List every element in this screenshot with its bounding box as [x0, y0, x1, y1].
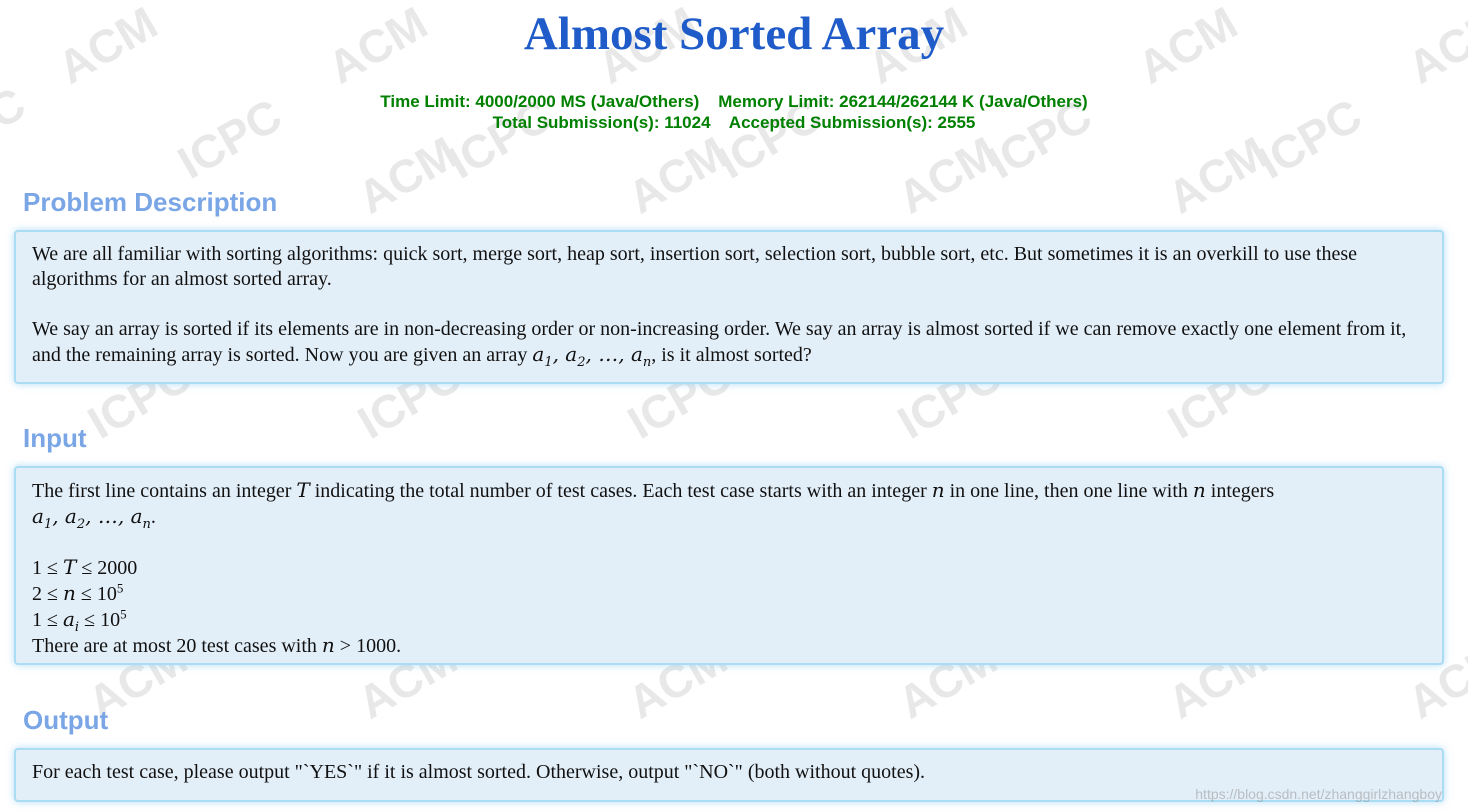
constraint-large-cases: There are at most 20 test cases with n >… [32, 633, 402, 657]
constraint-T: 1 ≤ T ≤ 2000 [32, 555, 138, 579]
svg-text:ACM: ACM [1159, 126, 1276, 223]
math-array-sequence: a1, a2, …, an [32, 504, 151, 532]
limits-line: Time Limit: 4000/2000 MS (Java/Others) M… [380, 92, 1088, 111]
submissions-line: Total Submission(s): 11024 Accepted Subm… [492, 113, 976, 132]
input-panel: The first line contains an integer T ind… [14, 466, 1444, 665]
description-paragraph-2-tail: , is it almost sorted? [651, 344, 812, 366]
constraint-n: 2 ≤ n ≤ 105 [32, 580, 124, 605]
input-text-3: in one line, then one line with [944, 480, 1193, 502]
svg-text:ACM: ACM [889, 126, 1006, 223]
problem-limits: Time Limit: 4000/2000 MS (Java/Others) M… [0, 91, 1468, 133]
math-n: n [1192, 478, 1206, 502]
input-text-1: The first line contains an integer [32, 480, 297, 502]
output-paragraph: For each test case, please output "`YES`… [32, 761, 926, 783]
constraint-ai: 1 ≤ ai ≤ 105 [32, 606, 127, 635]
input-heading: Input [23, 423, 87, 453]
blog-url-watermark: https://blog.csdn.net/zhanggirlzhangboy [1195, 786, 1442, 802]
math-T: T [296, 478, 310, 502]
problem-title: Almost Sorted Array [523, 8, 945, 60]
description-paragraph-2: We say an array is sorted if its element… [32, 317, 1426, 370]
svg-text:ACM: ACM [619, 126, 736, 223]
description-paragraph-1: We are all familiar with sorting algorit… [32, 243, 1357, 290]
input-text-4: integers [1205, 480, 1275, 502]
output-heading: Output [23, 705, 109, 735]
constraint-text: There are at most 20 test cases with [32, 635, 322, 657]
svg-text:ACM: ACM [349, 126, 466, 223]
input-paragraph: The first line contains an integer T ind… [32, 478, 1275, 532]
description-panel: We are all familiar with sorting algorit… [14, 230, 1444, 384]
description-heading: Problem Description [23, 187, 278, 217]
math-array-sequence: a1, a2, …, an [532, 342, 652, 370]
math-n: n [931, 478, 945, 502]
input-text-2: indicating the total number of test case… [309, 480, 932, 502]
